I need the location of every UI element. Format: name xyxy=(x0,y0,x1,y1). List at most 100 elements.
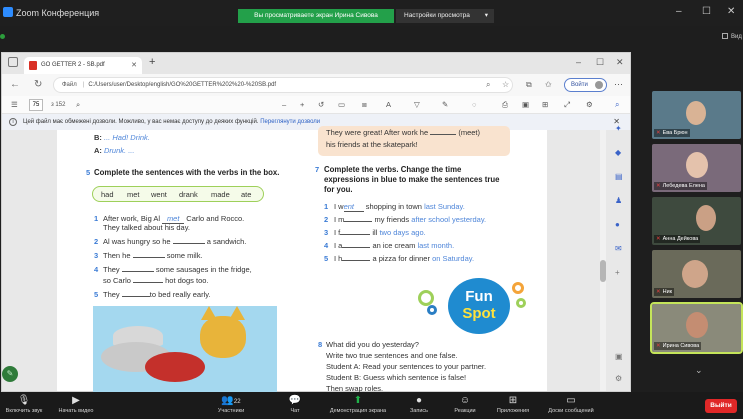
back-icon[interactable]: ← xyxy=(10,79,20,90)
page-number-input[interactable]: 75 xyxy=(29,99,43,111)
pdf-file-icon xyxy=(29,61,37,70)
settings-icon[interactable]: ⚙ xyxy=(586,100,593,109)
reactions-icon: ☺ xyxy=(459,395,471,406)
add-icon[interactable]: + xyxy=(615,268,620,277)
search-icon[interactable]: ⌕ xyxy=(615,100,619,110)
scrollbar[interactable] xyxy=(600,130,606,391)
ex5-item-1-b: Carlo and Rocco. xyxy=(186,214,245,223)
annotate-fab-icon[interactable]: ✎ xyxy=(2,366,18,382)
save-icon[interactable]: ▣ xyxy=(522,100,529,109)
prev-b-text: ... Had! Drink. xyxy=(104,133,150,142)
browser-minimize-icon[interactable]: – xyxy=(576,57,581,67)
share-screen-button[interactable]: ⬆ Демонстрация экрана xyxy=(324,395,392,414)
draw-icon[interactable]: ✎ xyxy=(442,100,448,109)
whiteboards-label: Доски сообщений xyxy=(548,408,594,414)
more-menu-icon[interactable]: ⋯ xyxy=(614,79,623,90)
new-tab-icon[interactable]: + xyxy=(149,56,155,68)
participant-tile[interactable]: ✕ Ева Брюн xyxy=(652,91,741,139)
ex7-item-1-answer: ent xyxy=(343,202,364,212)
view-options-button[interactable]: Настройки просмотра ▾ xyxy=(396,9,494,23)
search-icon[interactable]: ⌕ xyxy=(76,100,80,110)
url-field[interactable]: Файл | C:/Users/user/Desktop/english/GO%20… xyxy=(53,77,513,93)
leave-button[interactable]: Выйти xyxy=(705,399,737,413)
tools-icon[interactable]: ▤ xyxy=(615,172,623,181)
participant-name-text: Лебедева Елена xyxy=(662,183,705,189)
screen-share-banner: Вы просматриваете экран Ирина Сивова xyxy=(238,9,394,23)
tab-close-icon[interactable]: ✕ xyxy=(131,61,137,69)
edge-sidebar: ⌕ ✦ ◆ ▤ ♟ ● ✉ + ▣ ⚙ xyxy=(612,96,628,386)
extensions-icon[interactable]: ⧉ xyxy=(526,80,532,90)
outlook-icon[interactable]: ✉ xyxy=(615,244,622,253)
chat-button[interactable]: 💬 Чат xyxy=(282,395,308,414)
zoom-page-icon[interactable]: ⌕ xyxy=(486,80,490,90)
gallery-scroll-down-icon[interactable]: ⌄ xyxy=(695,365,703,376)
decor-circle xyxy=(516,298,526,308)
reactions-button[interactable]: ☺ Реакции xyxy=(448,395,482,414)
apps-button[interactable]: ⊞ Приложения xyxy=(490,395,536,414)
tab-title: GO GETTER 2 - SB.pdf xyxy=(41,62,105,68)
mute-button[interactable]: 🎙 Включить звук xyxy=(4,395,44,414)
participant-name: ✕ Анна Дейкова xyxy=(654,235,701,243)
tab-actions-icon[interactable] xyxy=(8,57,18,67)
ex7-item-number: 2 xyxy=(324,215,329,224)
participant-tile[interactable]: ✕ Анна Дейкова xyxy=(652,197,741,245)
reactions-label: Реакции xyxy=(454,408,476,414)
favorite-icon[interactable]: ☆ xyxy=(502,80,509,89)
cat-illustration xyxy=(93,306,277,392)
participants-button[interactable]: 👥22 Участники xyxy=(210,395,252,414)
games-icon[interactable]: ♟ xyxy=(615,196,622,205)
mic-muted-icon: ✕ xyxy=(656,343,661,349)
exercise-7-number: 7 xyxy=(315,165,320,174)
exercise-7-title-2: expressions in blue to make the sentence… xyxy=(324,175,500,184)
fun-spot-word-1: Fun xyxy=(465,288,493,305)
sidebar-settings-icon[interactable]: ⚙ xyxy=(615,374,622,383)
office-icon[interactable]: ● xyxy=(615,220,620,229)
record-icon: ● xyxy=(415,395,423,406)
print-icon[interactable]: ⎙ xyxy=(502,100,508,110)
answer-blank xyxy=(342,260,371,261)
meeting-toolbar: 🎙 Включить звук ▶ Начать видео 👥22 Участник… xyxy=(0,392,743,419)
maximize-icon[interactable]: ☐ xyxy=(702,6,711,17)
save-as-icon[interactable]: ⊞ xyxy=(542,100,548,109)
split-screen-icon[interactable]: ▣ xyxy=(615,352,623,361)
scrollbar-thumb[interactable] xyxy=(600,260,606,282)
close-icon[interactable]: ✕ xyxy=(727,6,735,17)
page-view-icon[interactable]: ⧈ xyxy=(362,100,367,110)
participant-name: ✕ Ева Брюн xyxy=(654,129,690,137)
copilot-icon[interactable]: ✦ xyxy=(615,124,622,133)
view-permissions-link[interactable]: Переглянути дозволи xyxy=(260,119,320,125)
reload-icon[interactable]: ↻ xyxy=(34,79,42,90)
participant-name-text: Ирина Сивова xyxy=(662,343,700,349)
signin-button[interactable]: Войти xyxy=(564,78,607,92)
participant-tile[interactable]: ✕ Лебедева Елена xyxy=(652,144,741,192)
record-button[interactable]: ● Запись xyxy=(404,395,434,414)
ex5-item-2: Al was hungry so he a sandwich. xyxy=(103,237,246,246)
fullscreen-icon[interactable]: ⤢ xyxy=(564,100,570,110)
minimize-icon[interactable]: – xyxy=(676,6,682,17)
apps-icon: ⊞ xyxy=(508,395,518,406)
highlight-icon[interactable]: ▽ xyxy=(414,100,420,109)
participant-tile[interactable]: ✕ Ник xyxy=(652,250,741,298)
word-met: met xyxy=(127,190,140,199)
zoom-in-icon[interactable]: + xyxy=(300,100,304,109)
answer-blank xyxy=(340,234,371,235)
ex7-item-2: I m my friends after school yesterday. xyxy=(334,215,486,224)
browser-close-icon[interactable]: ✕ xyxy=(616,57,624,68)
whiteboards-button[interactable]: ▭ Доски сообщений xyxy=(540,395,602,414)
rotate-icon[interactable]: ↺ xyxy=(318,100,324,109)
erase-icon[interactable]: ◌ xyxy=(472,100,476,109)
zoom-out-icon[interactable]: – xyxy=(282,100,286,109)
ex7-item-1-time: last Sunday. xyxy=(424,202,465,211)
shopping-icon[interactable]: ◆ xyxy=(615,148,621,157)
ex5-item-1-a: After work, Big Al xyxy=(103,214,161,223)
participant-tile-active[interactable]: ✕ Ирина Сивова xyxy=(650,302,743,354)
view-toggle[interactable]: Вид xyxy=(722,33,742,40)
browser-maximize-icon[interactable]: ☐ xyxy=(596,57,604,68)
collections-icon[interactable]: ✩ xyxy=(545,80,552,89)
start-video-button[interactable]: ▶ Начать видео xyxy=(52,395,100,414)
participant-face-shape xyxy=(682,260,708,288)
contents-icon[interactable]: ☰ xyxy=(11,100,18,109)
tab-pdf[interactable]: GO GETTER 2 - SB.pdf ✕ xyxy=(24,57,142,74)
fit-page-icon[interactable]: ▭ xyxy=(338,100,345,109)
read-aloud-icon[interactable]: A xyxy=(386,100,391,109)
